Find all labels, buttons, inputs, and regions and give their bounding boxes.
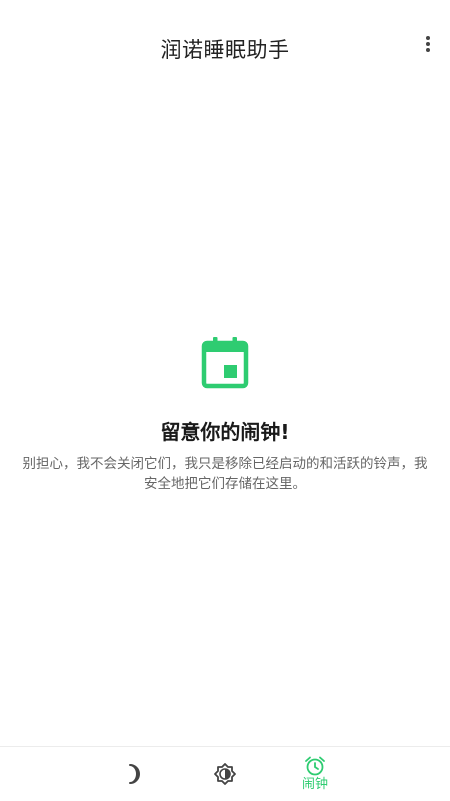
more-vert-icon [426,36,430,52]
calendar-icon [201,337,249,389]
bottom-navigation: 闹钟 [0,746,450,801]
app-bar: 润诺睡眠助手 [0,0,450,100]
app-title: 润诺睡眠助手 [160,38,290,62]
moon-icon [129,763,140,784]
empty-state-description: 别担心，我不会关闭它们，我只是移除已经启动的和活跃的铃声，我安全地把它们存储在这… [22,456,428,492]
nav-item-alarm-label: 闹钟 [301,777,328,792]
nav-item-display[interactable] [180,747,270,801]
empty-state-title: 留意你的闹钟! [160,420,290,444]
nav-item-sleep[interactable] [89,747,179,801]
alarm-clock-icon [305,756,325,776]
nav-item-alarm[interactable]: 闹钟 [270,747,360,801]
overflow-menu-button[interactable] [414,30,442,58]
brightness-icon [214,762,236,785]
